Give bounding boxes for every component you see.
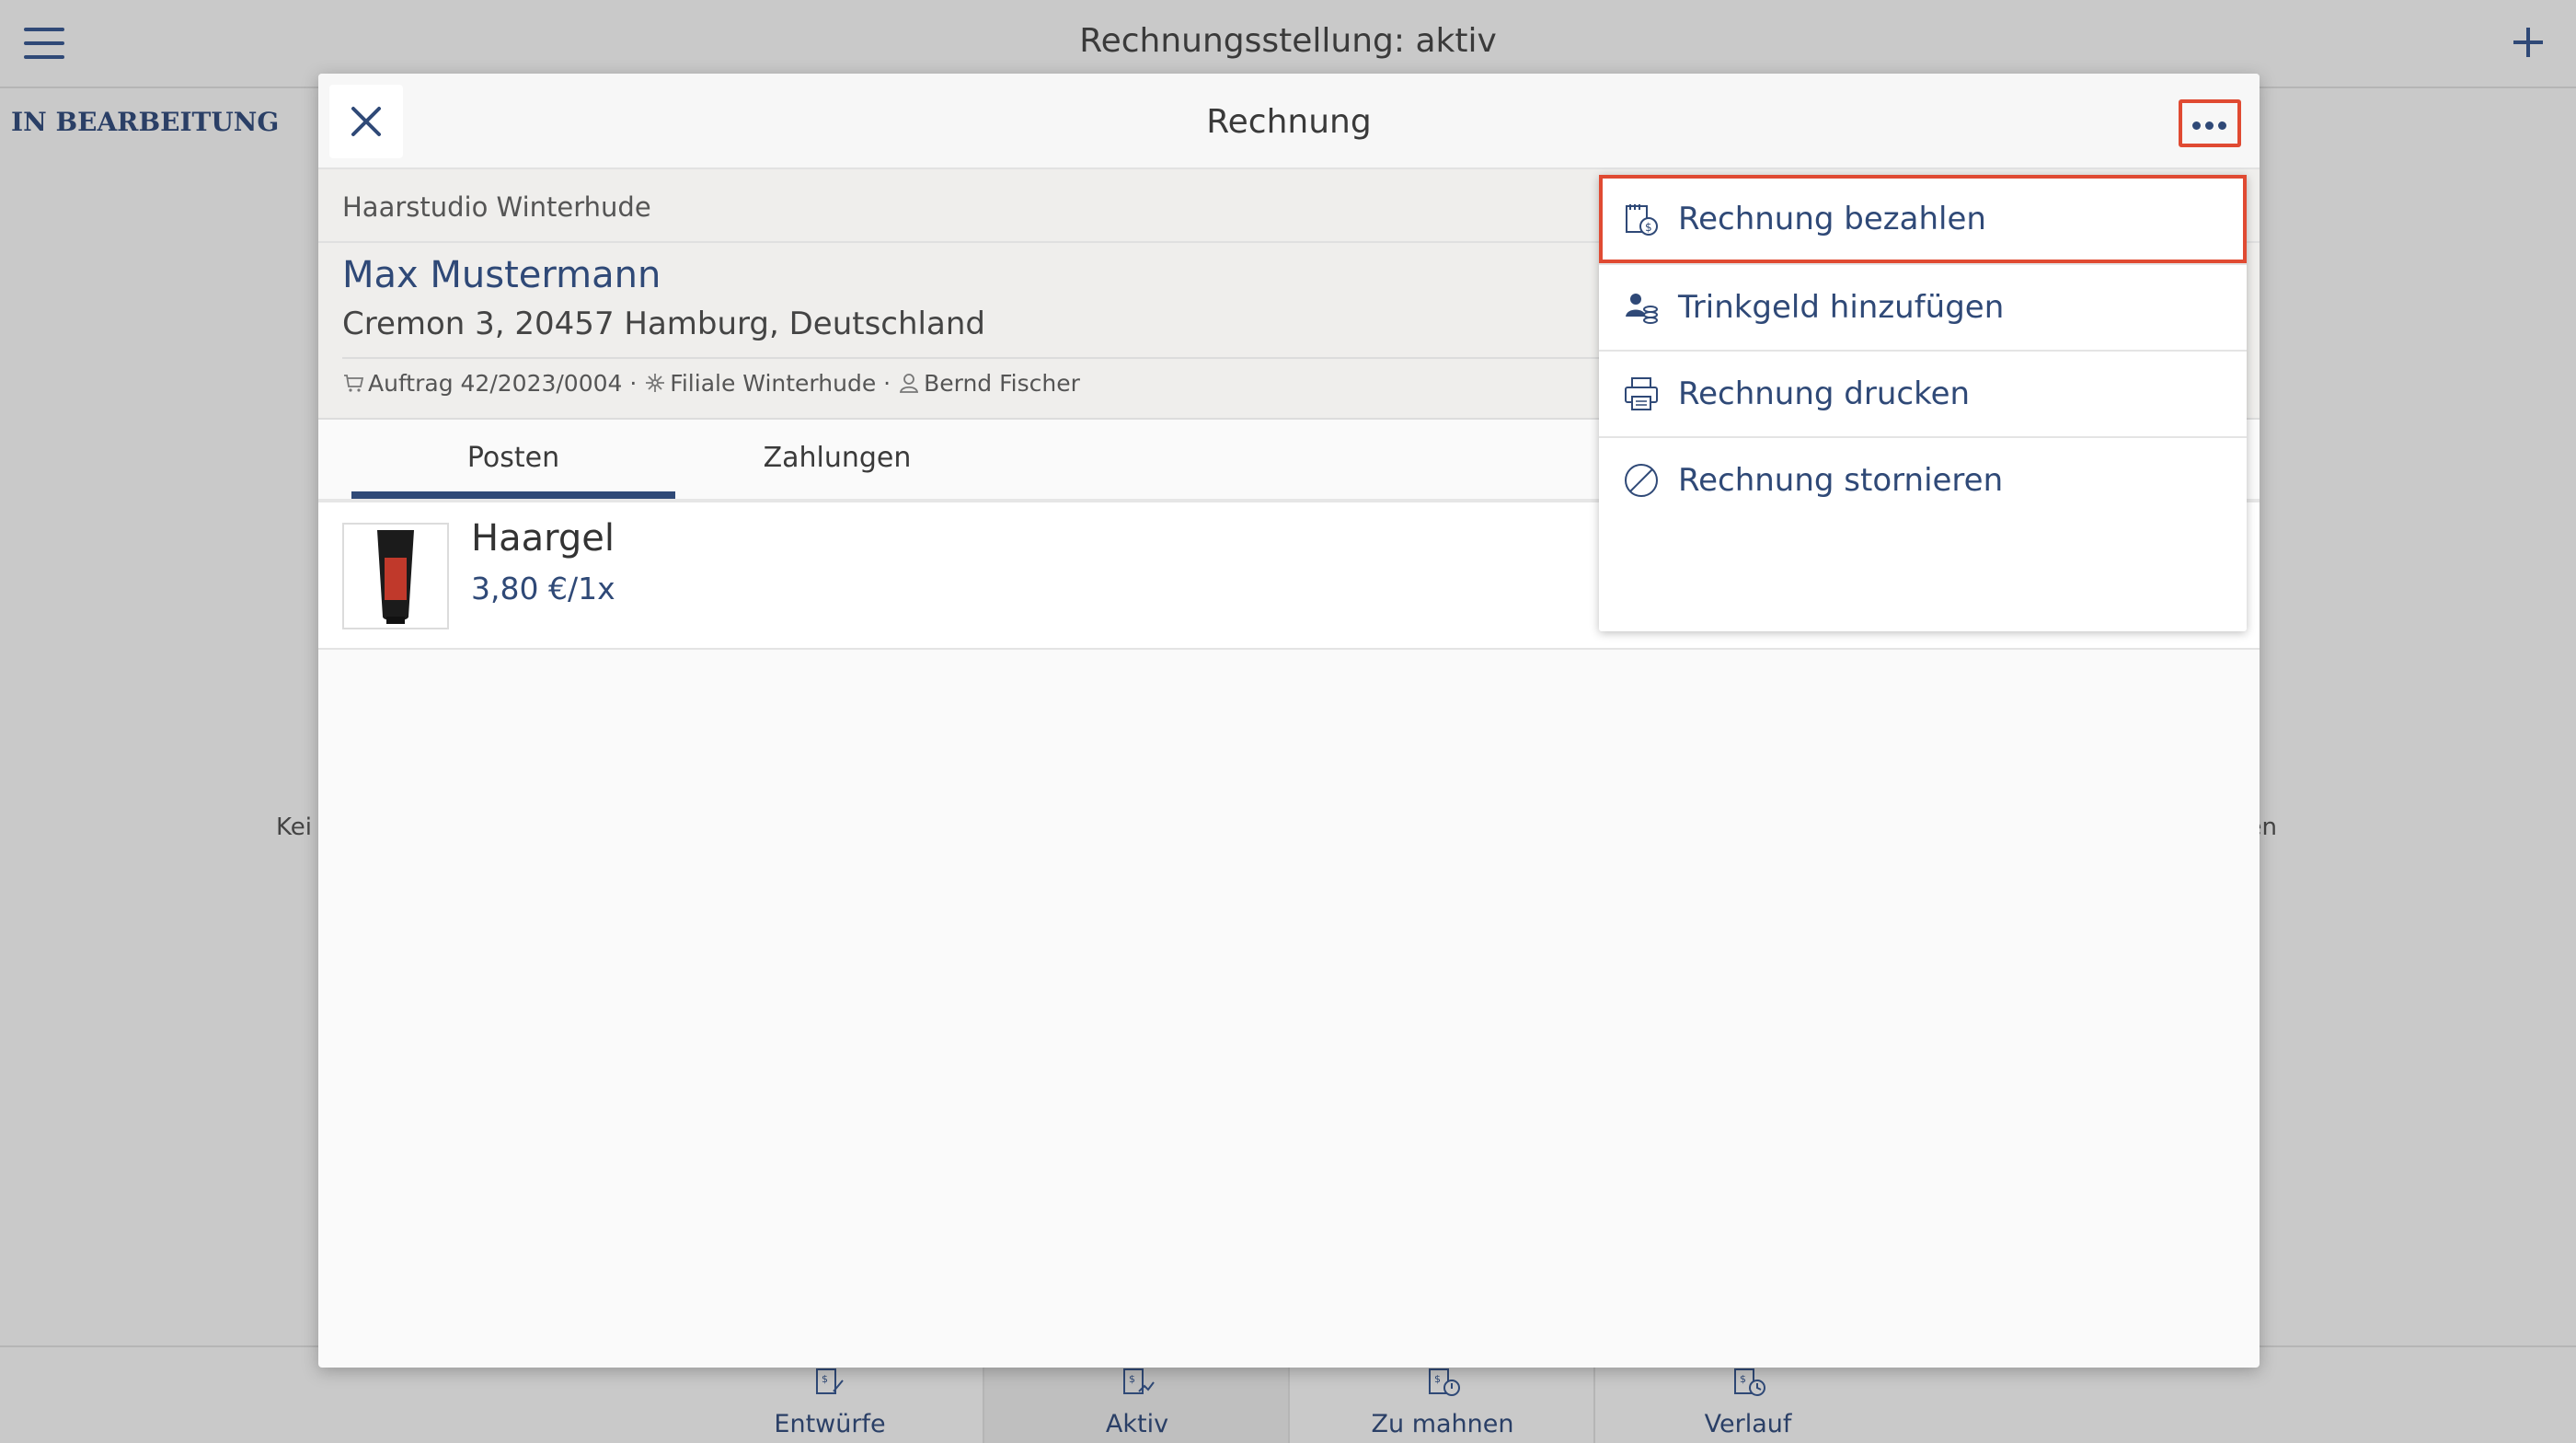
modal-header: Rechnung xyxy=(318,74,2260,169)
product-image xyxy=(342,523,449,629)
nav-label-verlauf: Verlauf xyxy=(1704,1410,1792,1438)
svg-text:$: $ xyxy=(1740,1373,1746,1385)
menu-item-label: Rechnung stornieren xyxy=(1678,462,2004,499)
menu-item-rechnung-stornieren[interactable]: Rechnung stornieren xyxy=(1599,436,2247,523)
employee-name: Bernd Fischer xyxy=(924,370,1080,397)
menu-item-label: Trinkgeld hinzufügen xyxy=(1678,289,2005,326)
menu-item-label: Rechnung drucken xyxy=(1678,375,1971,412)
invoice-history-icon: $ xyxy=(1734,1368,1765,1396)
active-tab-indicator xyxy=(351,491,675,499)
branch-icon xyxy=(646,374,665,392)
meta-separator: · xyxy=(629,370,638,397)
add-icon[interactable] xyxy=(2510,24,2547,61)
svg-text:$: $ xyxy=(822,1373,828,1385)
customer-address: Cremon 3, 20457 Hamburg, Deutschland xyxy=(342,306,985,342)
highlight-frame xyxy=(1599,175,2247,263)
modal-title: Rechnung xyxy=(1206,103,1372,141)
cancel-invoice-icon xyxy=(1625,464,1658,497)
section-label: IN BEARBEITUNG xyxy=(11,107,280,137)
app-title: Rechnungsstellung: aktiv xyxy=(1079,22,1497,60)
empty-state-text-left: Kei xyxy=(276,814,312,841)
invoice-meta: Auftrag 42/2023/0004 · Filiale Winterhud… xyxy=(342,370,1080,397)
nav-label-zu-mahnen: Zu mahnen xyxy=(1371,1410,1514,1438)
branch-name: Filiale Winterhude xyxy=(670,370,877,397)
menu-item-rechnung-bezahlen[interactable]: $ Rechnung bezahlen xyxy=(1599,175,2247,263)
tab-posten[interactable]: Posten xyxy=(351,420,675,499)
invoice-reminder-icon: $ xyxy=(1429,1368,1460,1396)
more-options-button[interactable] xyxy=(2179,99,2241,147)
nav-label-entwuerfe: Entwürfe xyxy=(774,1410,886,1438)
tab-zahlungen[interactable]: Zahlungen xyxy=(675,420,999,499)
item-price: 3,80 €/1x xyxy=(471,571,615,606)
invoice-active-icon: $ xyxy=(1123,1368,1155,1394)
person-icon xyxy=(900,374,919,393)
menu-item-trinkgeld-hinzufuegen[interactable]: Trinkgeld hinzufügen xyxy=(1599,263,2247,350)
printer-icon xyxy=(1625,377,1658,410)
nav-label-aktiv: Aktiv xyxy=(1105,1410,1169,1438)
order-number: Auftrag 42/2023/0004 xyxy=(368,370,623,397)
item-name: Haargel xyxy=(471,517,615,560)
tip-icon xyxy=(1626,294,1658,324)
more-options-menu: $ Rechnung bezahlen Trinkgeld hinzufügen… xyxy=(1599,175,2247,631)
menu-item-rechnung-drucken[interactable]: Rechnung drucken xyxy=(1599,350,2247,436)
svg-text:$: $ xyxy=(1129,1373,1135,1385)
meta-separator: · xyxy=(883,370,891,397)
svg-text:$: $ xyxy=(1434,1373,1441,1385)
cart-icon xyxy=(344,375,364,392)
invoice-draft-icon: $ xyxy=(816,1368,844,1394)
shop-name: Haarstudio Winterhude xyxy=(342,191,651,223)
customer-name: Max Mustermann xyxy=(342,254,661,296)
